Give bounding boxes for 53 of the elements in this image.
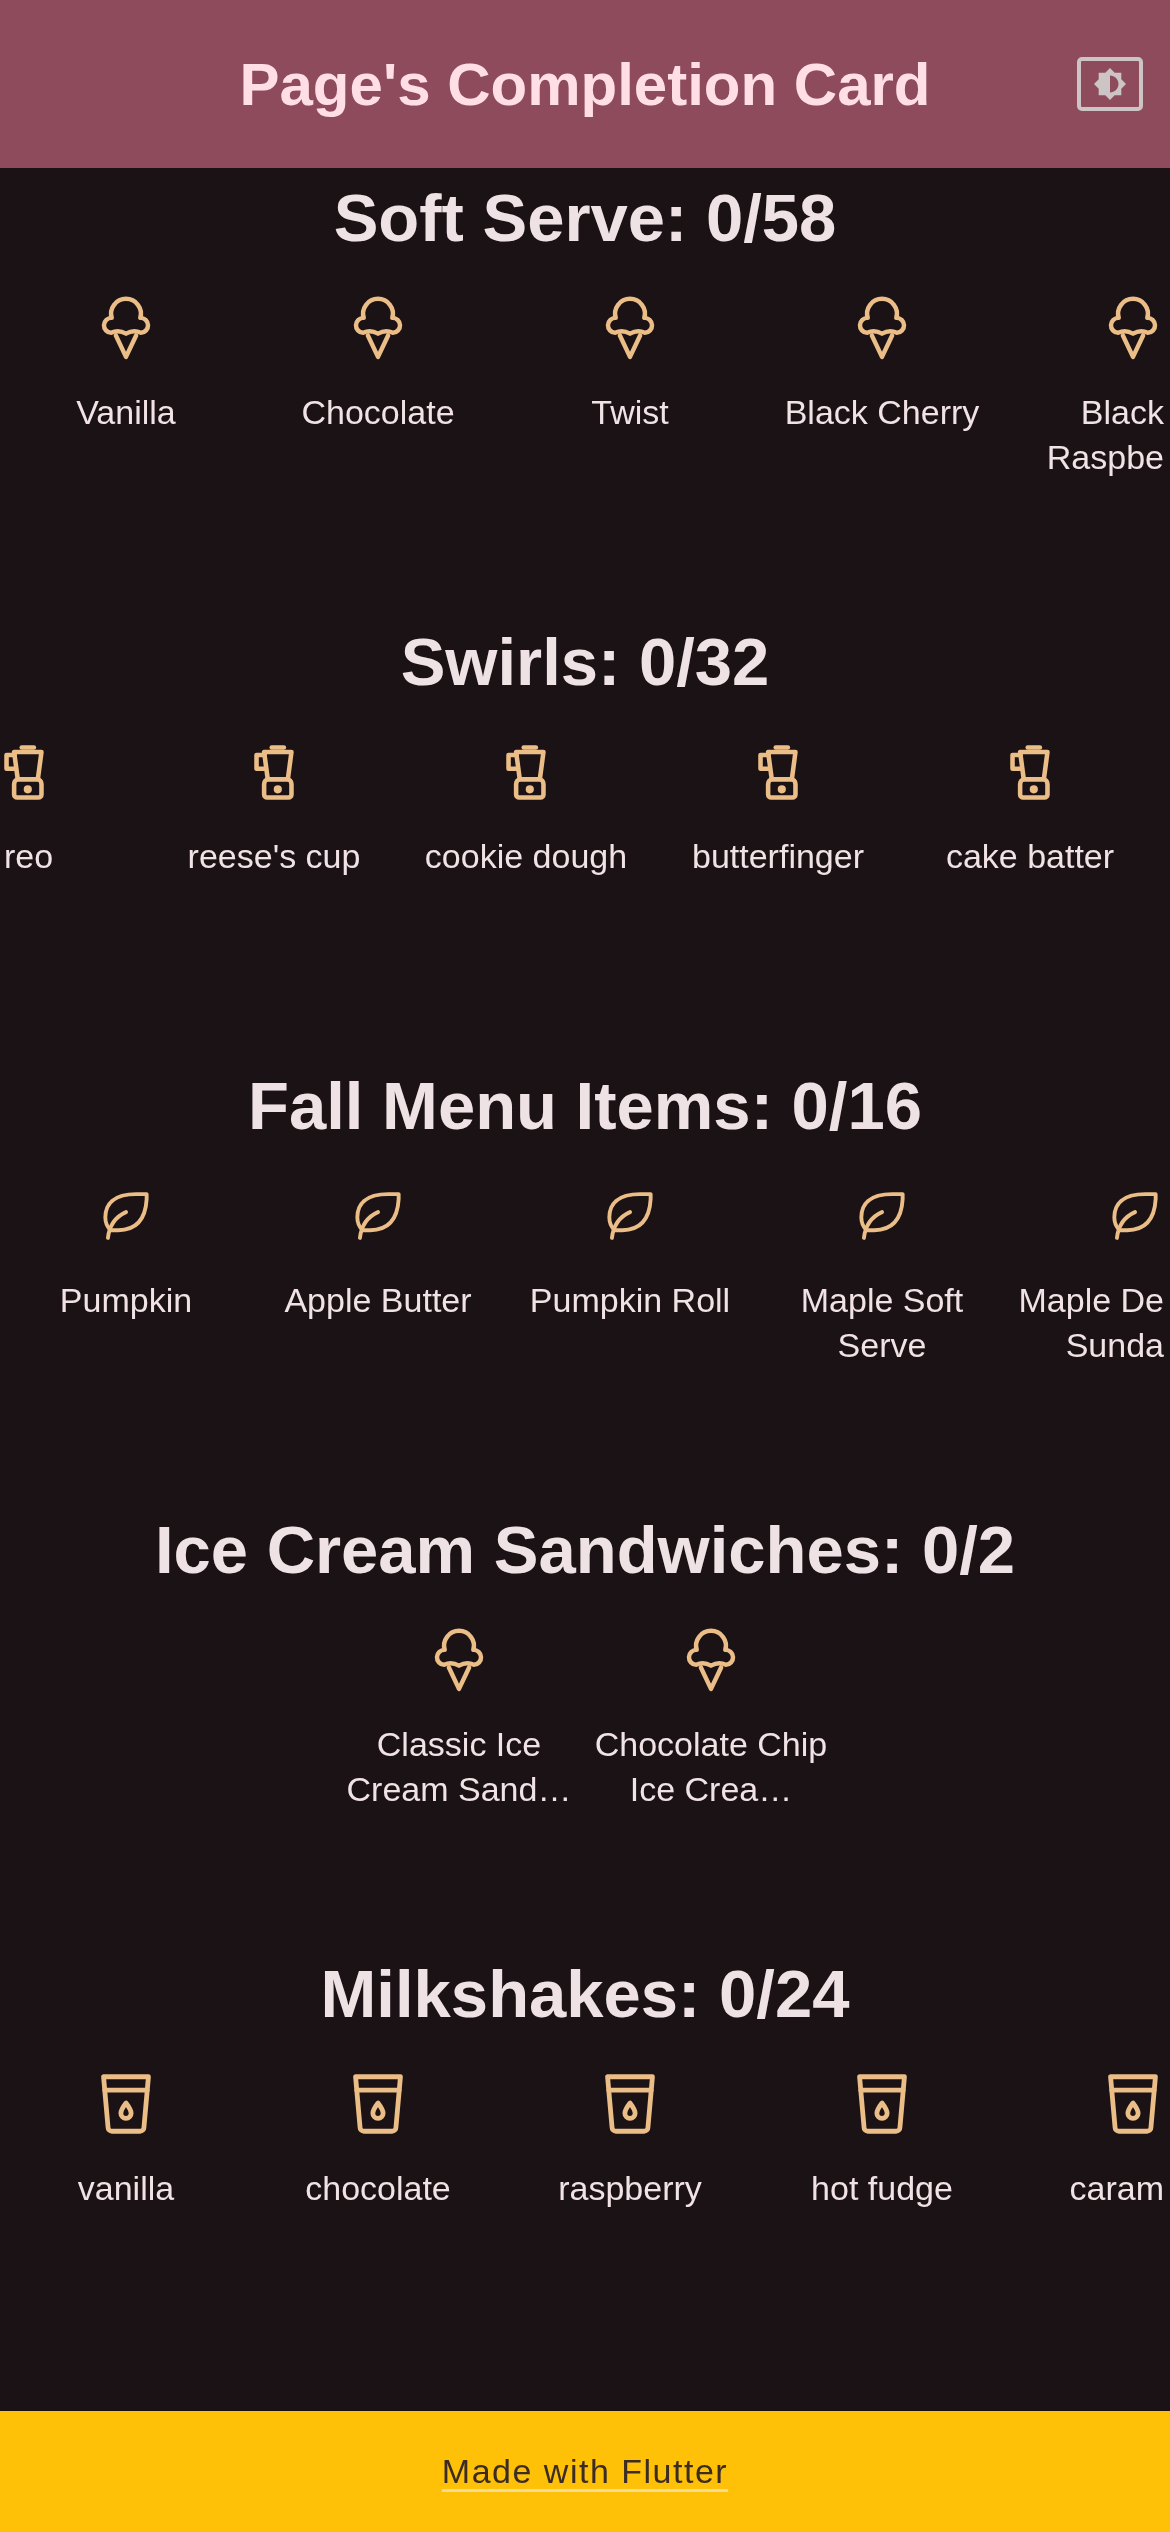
app-title: Page's Completion Card: [239, 49, 931, 119]
ice-cream-cone-icon[interactable]: [857, 296, 907, 360]
section-heading: Ice Cream Sandwiches: 0/2: [154, 1511, 1016, 1589]
blender-icon[interactable]: [4, 744, 44, 800]
flavor-label: reo: [4, 836, 54, 877]
section-heading: Milkshakes: 0/24: [320, 1955, 850, 2033]
flavor-label: Maple De Sunda: [1017, 1280, 1164, 1366]
drink-cup-icon[interactable]: [101, 2074, 151, 2134]
drink-cup-icon[interactable]: [857, 2074, 907, 2134]
blender-icon[interactable]: [1010, 744, 1050, 800]
flavor-label: raspberry: [558, 2168, 702, 2209]
leaf-icon[interactable]: [859, 1192, 905, 1240]
ice-cream-cone-icon[interactable]: [605, 296, 655, 360]
drink-cup-icon[interactable]: [605, 2074, 655, 2134]
section-heading: Soft Serve: 0/58: [333, 179, 837, 257]
blender-icon[interactable]: [758, 744, 798, 800]
flavor-label: Black Cherry: [784, 392, 980, 433]
flavor-label: vanilla: [77, 2168, 175, 2209]
flavor-label: Chocolate Chip Ice Crea…: [593, 1724, 829, 1810]
drink-cup-icon[interactable]: [1108, 2074, 1158, 2134]
flavor-label: Classic Ice Cream Sand…: [345, 1724, 573, 1810]
made-with-flutter-link[interactable]: Made with Flutter: [441, 2452, 729, 2491]
leaf-icon[interactable]: [1112, 1192, 1158, 1240]
flavor-label: Black Raspbe: [1045, 392, 1164, 478]
flavor-label: reese's cup: [187, 836, 361, 877]
flavor-label: Chocolate: [301, 392, 455, 433]
flavor-label: Vanilla: [76, 392, 176, 433]
leaf-icon[interactable]: [607, 1192, 653, 1240]
leaf-icon[interactable]: [355, 1192, 401, 1240]
flavor-label: Twist: [591, 392, 669, 433]
ice-cream-cone-icon[interactable]: [101, 296, 151, 360]
flavor-label: caram: [1069, 2168, 1164, 2209]
blender-icon[interactable]: [254, 744, 294, 800]
blender-icon[interactable]: [506, 744, 546, 800]
ice-cream-cone-icon[interactable]: [353, 296, 403, 360]
flavor-label: cake batter: [945, 836, 1115, 877]
flavor-label: butterfinger: [692, 836, 864, 877]
flavor-label: Pumpkin Roll: [529, 1280, 731, 1321]
ice-cream-cone-icon[interactable]: [1108, 296, 1158, 360]
flavor-label: hot fudge: [811, 2168, 953, 2209]
flavor-label: Pumpkin: [59, 1280, 193, 1321]
theme-toggle-button[interactable]: [1077, 57, 1143, 111]
flavor-label: cookie dough: [424, 836, 628, 877]
brightness-icon: [1094, 68, 1126, 100]
flavor-label: Maple Soft Serve: [799, 1280, 965, 1366]
ice-cream-cone-icon[interactable]: [434, 1628, 484, 1692]
section-heading: Fall Menu Items: 0/16: [248, 1067, 922, 1145]
drink-cup-icon[interactable]: [353, 2074, 403, 2134]
flavor-label: chocolate: [305, 2168, 451, 2209]
flavor-label: Apple Butter: [284, 1280, 472, 1321]
ice-cream-cone-icon[interactable]: [686, 1628, 736, 1692]
section-heading: Swirls: 0/32: [400, 623, 770, 701]
leaf-icon[interactable]: [103, 1192, 149, 1240]
